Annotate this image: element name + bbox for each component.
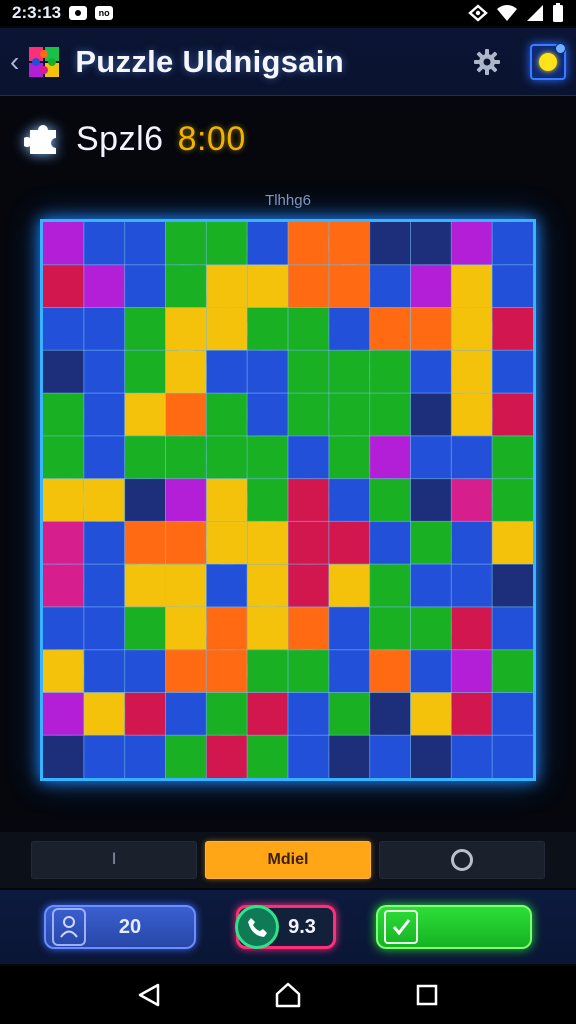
app-header: ‹ Puzzle Uldnigsain — [0, 28, 576, 96]
nav-back-button[interactable] — [129, 975, 169, 1015]
square-recents-icon — [416, 984, 437, 1006]
ring-icon — [451, 849, 473, 871]
person-icon — [52, 908, 86, 946]
timer: 8:00 — [177, 119, 246, 158]
puzzle-board[interactable] — [40, 219, 536, 781]
puzzle-tile[interactable] — [492, 264, 533, 308]
check-square-icon — [384, 910, 418, 944]
mode-bar: l Mdiel — [0, 832, 576, 888]
puzzle-tile[interactable] — [492, 606, 533, 650]
player-name: Spzl6 — [76, 119, 164, 158]
gear-icon — [474, 48, 500, 75]
puzzle-tile[interactable] — [492, 435, 533, 479]
nav-recents-button[interactable] — [407, 975, 447, 1015]
nav-home-button[interactable] — [268, 975, 308, 1015]
phone-icon — [235, 905, 279, 949]
mode-tab-middle[interactable]: Mdiel — [205, 841, 371, 879]
notification-dot-icon — [69, 6, 88, 20]
status-time: 2:3:13 — [12, 3, 62, 22]
puzzle-tile[interactable] — [410, 735, 452, 778]
board-caption: Tlhhg6 — [265, 192, 311, 209]
puzzle-tile[interactable] — [492, 735, 533, 778]
mode-tab-right[interactable] — [379, 841, 545, 879]
confirm-button[interactable] — [376, 905, 532, 949]
moves-button[interactable]: 9.3 — [235, 905, 336, 949]
puzzle-tile[interactable] — [492, 692, 533, 736]
score-button[interactable]: 20 — [44, 905, 196, 949]
app-title: Puzzle Uldnigsain — [75, 43, 344, 79]
puzzle-grid[interactable] — [43, 222, 533, 778]
mode-tab-left[interactable]: l — [31, 841, 197, 879]
status-bar: 2:3:13 no — [0, 0, 576, 26]
puzzle-piece-colorful-icon — [29, 46, 60, 77]
puzzle-tile[interactable] — [247, 735, 288, 778]
game-status: Spzl6 8:00 — [24, 112, 246, 166]
coin-icon — [539, 52, 557, 71]
puzzle-tile[interactable] — [165, 735, 207, 778]
nav-bar — [0, 966, 576, 1024]
nfc-badge-icon: no — [95, 6, 114, 20]
coins-button[interactable] — [530, 42, 566, 80]
settings-button[interactable] — [468, 43, 506, 81]
puzzle-tile[interactable] — [492, 350, 533, 394]
wifi-icon — [497, 5, 517, 21]
chevron-left-icon[interactable]: ‹ — [10, 46, 19, 78]
puzzle-tile[interactable] — [328, 735, 370, 778]
battery-icon — [553, 3, 563, 22]
moves-value: 9.3 — [288, 915, 316, 938]
cell-signal-icon — [527, 5, 543, 21]
home-icon — [275, 982, 301, 1008]
score-value: 20 — [118, 915, 142, 938]
notification-pip — [555, 42, 566, 54]
puzzle-tile[interactable] — [492, 521, 533, 565]
triangle-back-icon — [139, 983, 160, 1007]
action-bar: 20 9.3 — [0, 890, 576, 964]
hotspot-icon — [468, 4, 488, 22]
puzzle-tile[interactable] — [83, 735, 125, 778]
puzzle-piece-icon — [24, 125, 56, 154]
